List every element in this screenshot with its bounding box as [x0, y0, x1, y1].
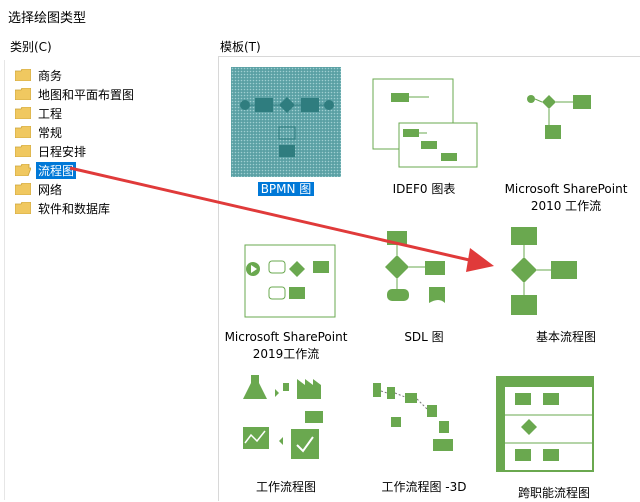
- folder-icon: [15, 88, 31, 100]
- template-label: BPMN 图: [216, 181, 356, 198]
- bpmn-thumbnail: [231, 67, 341, 177]
- category-list[interactable]: 商务 地图和平面布置图 工程 常规 日程安排 流程图 网络 软件和数据库: [4, 60, 211, 500]
- template-label: Microsoft SharePoint 2019工作流: [224, 330, 348, 361]
- folder-icon: [15, 145, 31, 157]
- category-label: 网络: [38, 182, 63, 197]
- work-flow-3d-thumbnail: [369, 369, 479, 479]
- category-label: 商务: [38, 68, 63, 83]
- category-label: 软件和数据库: [38, 201, 111, 216]
- folder-icon: [15, 69, 31, 81]
- template-gallery[interactable]: BPMN 图 IDEF0 图表 Microsoft SharePoint 201…: [218, 56, 640, 501]
- category-item-maps[interactable]: 地图和平面布置图: [15, 85, 136, 103]
- open-folder-icon: [15, 164, 31, 176]
- category-item-business[interactable]: 商务: [15, 66, 64, 84]
- cross-functional-thumbnail: [493, 375, 603, 485]
- basic-flowchart-thumbnail: [509, 225, 619, 335]
- template-label: 工作流程图 -3D: [381, 480, 467, 494]
- work-flow-thumbnail: [235, 369, 345, 479]
- category-item-engineering[interactable]: 工程: [15, 104, 64, 122]
- category-label: 常规: [38, 125, 63, 140]
- sharepoint-2019-thumbnail: [231, 225, 341, 335]
- sharepoint-2010-thumbnail: [509, 67, 619, 177]
- template-label: Microsoft SharePoint 2010 工作流: [504, 182, 628, 213]
- template-label: IDEF0 图表: [392, 182, 456, 196]
- category-label: 流程图: [36, 161, 77, 179]
- category-label: 工程: [38, 106, 63, 121]
- category-item-general[interactable]: 常规: [15, 123, 64, 141]
- window-title-bar: 选择绘图类型: [0, 0, 640, 30]
- window-title: 选择绘图类型: [8, 11, 87, 26]
- folder-icon: [15, 126, 31, 138]
- category-label: 地图和平面布置图: [38, 87, 135, 102]
- folder-icon: [15, 183, 31, 195]
- category-item-software-database[interactable]: 软件和数据库: [15, 199, 112, 217]
- templates-header: 模板(T): [220, 40, 261, 54]
- folder-icon: [15, 202, 31, 214]
- template-label: 工作流程图: [255, 480, 316, 494]
- categories-header: 类别(C): [10, 40, 52, 54]
- folder-icon: [15, 107, 31, 119]
- category-item-schedule[interactable]: 日程安排: [15, 142, 88, 160]
- idef0-thumbnail: [369, 67, 479, 177]
- template-label: SDL 图: [404, 330, 444, 344]
- category-item-flowchart[interactable]: 流程图: [15, 161, 77, 179]
- sdl-thumbnail: [369, 225, 479, 335]
- template-label: 基本流程图: [535, 330, 596, 344]
- category-item-network[interactable]: 网络: [15, 180, 64, 198]
- category-label: 日程安排: [38, 144, 87, 159]
- template-label: 跨职能流程图: [517, 486, 590, 500]
